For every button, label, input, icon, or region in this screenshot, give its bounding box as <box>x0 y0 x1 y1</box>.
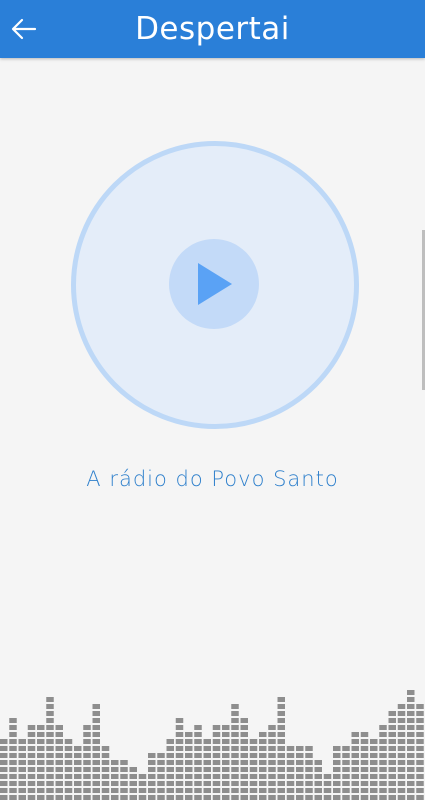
visualizer-bar <box>379 725 387 800</box>
play-button[interactable] <box>169 239 259 329</box>
visualizer-bar <box>92 704 100 800</box>
visualizer-bar <box>9 718 17 800</box>
visualizer-bar <box>212 725 221 800</box>
visualizer-bar <box>101 746 110 800</box>
visualizer-bar <box>18 739 26 800</box>
visualizer-bar <box>351 732 359 800</box>
visualizer-bar <box>111 760 119 800</box>
visualizer-bar <box>203 739 211 800</box>
visualizer-bar <box>120 760 128 800</box>
visualizer-bar <box>259 732 267 800</box>
visualizer-bar <box>148 753 156 800</box>
visualizer-bar <box>129 767 137 800</box>
visualizer-bar <box>305 746 313 800</box>
station-label: A rádio do Povo Santo <box>86 467 339 491</box>
visualizer-bar <box>416 704 424 800</box>
visualizer-bar <box>166 739 174 800</box>
visualizer-bar <box>231 704 239 800</box>
visualizer-bar <box>185 732 193 800</box>
visualizer-bar <box>323 774 332 800</box>
audio-visualizer <box>0 690 424 800</box>
visualizer-bar <box>397 704 406 800</box>
visualizer-bar <box>268 725 276 800</box>
visualizer-bar <box>277 697 285 800</box>
visualizer-bar <box>333 746 341 800</box>
visualizer-bar <box>342 746 350 800</box>
visualizer-bar <box>240 718 248 800</box>
visualizer-bar <box>360 732 369 800</box>
visualizer-bar <box>37 725 45 800</box>
visualizer-bar <box>370 739 378 800</box>
visualizer-bar <box>222 725 230 800</box>
play-icon <box>198 263 232 305</box>
page-title: Despertai <box>135 11 290 47</box>
visualizer-bar <box>74 746 82 800</box>
visualizer-bar <box>55 725 63 800</box>
visualizer-bar <box>407 690 415 800</box>
visualizer-bar <box>388 711 396 800</box>
visualizer-bar <box>249 739 258 800</box>
visualizer-bar <box>286 746 295 800</box>
visualizer-bar <box>314 760 322 800</box>
visualizer-bar <box>157 753 165 800</box>
visualizer-bar <box>83 725 91 800</box>
visualizer-bar <box>175 718 184 800</box>
visualizer-bar <box>194 725 202 800</box>
visualizer-bar <box>296 746 304 800</box>
visualizer-bar <box>64 739 73 800</box>
visualizer-bar <box>0 739 8 800</box>
visualizer-bar <box>46 697 54 800</box>
app-bar: Despertai <box>0 0 425 58</box>
visualizer-bar <box>27 725 36 800</box>
visualizer-bar <box>138 774 147 800</box>
